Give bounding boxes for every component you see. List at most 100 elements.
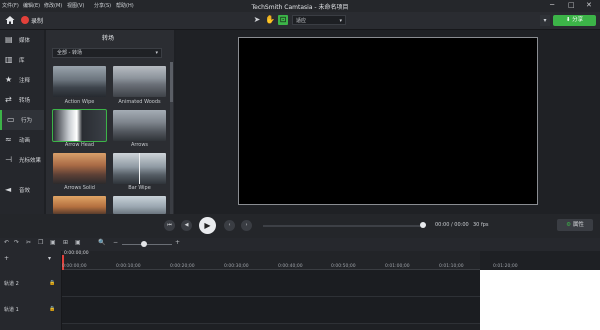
properties-label: 属性 xyxy=(572,222,584,228)
thumbnail-transition[interactable] xyxy=(113,196,166,214)
add-track-icon[interactable]: + xyxy=(4,255,9,262)
crop-tool-icon[interactable]: ⊡ xyxy=(278,15,288,25)
ruler-tick: 0:00:10;00 xyxy=(116,264,141,269)
thumbnail-transition[interactable] xyxy=(53,196,106,214)
preview-canvas[interactable] xyxy=(238,37,538,205)
previous-frame-icon[interactable]: ◀ xyxy=(181,220,192,231)
ruler-tick: 0:00:50;00 xyxy=(331,264,356,269)
app-title: TechSmith Camtasia - 未命名项目 xyxy=(251,4,349,11)
chevron-down-icon: ▾ xyxy=(155,50,158,56)
sidebar-item-label: 媒体 xyxy=(19,38,31,44)
sidebar-item-animations[interactable]: ≈ 动画 xyxy=(0,130,44,150)
copy-icon[interactable]: ❐ xyxy=(38,239,43,246)
lock-icon[interactable]: 🔒 xyxy=(49,306,55,312)
redo-icon[interactable]: ↷ xyxy=(14,239,19,246)
star-icon: ★ xyxy=(5,75,13,84)
properties-button[interactable]: ⚙ 属性 xyxy=(557,219,593,231)
record-icon[interactable] xyxy=(21,16,29,24)
sidebar: ▤ 媒体 ▥ 库 ★ 注释 ⇄ 转场 ▭ 行为 ≈ 动画 ⊣ 光标效果 ◄ 音效… xyxy=(0,30,44,238)
sidebar-item-label: 库 xyxy=(19,58,25,64)
zoom-out-icon[interactable]: 🔍 xyxy=(98,239,105,246)
behaviors-icon: ▭ xyxy=(7,115,15,124)
paste-icon[interactable]: ▣ xyxy=(50,239,56,246)
track-header-column: + ▾ xyxy=(0,251,62,330)
menu-bar: 文件(F) 编辑(E) 修改(M) 视图(V) 分享(S) 帮助(H) Tech… xyxy=(0,0,600,12)
select-tool-icon[interactable]: ➤ xyxy=(252,15,262,25)
main-toolbar: 录制 ➤ ✋ ⊡ 适应 ▾ ▾ ⬇ 分享 xyxy=(0,12,600,30)
sidebar-item-annotations[interactable]: ★ 注释 xyxy=(0,70,44,90)
next-marker-icon[interactable]: › xyxy=(241,220,252,231)
snapshot-icon[interactable]: ▣ xyxy=(75,239,81,246)
panel-title: 转场 xyxy=(101,35,114,42)
sidebar-item-cursor-effects[interactable]: ⊣ 光标效果 xyxy=(0,150,44,170)
thumbnail-label: Arrows xyxy=(130,142,149,148)
minimize-button[interactable]: ─ xyxy=(550,1,554,9)
scrubber-handle[interactable] xyxy=(420,222,426,228)
thumbnail-animated-woods[interactable] xyxy=(113,66,166,97)
maximize-button[interactable]: □ xyxy=(568,1,575,9)
ruler-tick: 0:01:00;00 xyxy=(385,264,410,269)
record-button-label[interactable]: 录制 xyxy=(31,16,43,25)
sidebar-item-label: 动画 xyxy=(19,138,31,144)
cut-icon[interactable]: ✂ xyxy=(26,239,31,246)
undo-icon[interactable]: ↶ xyxy=(4,239,9,246)
pan-tool-icon[interactable]: ✋ xyxy=(265,15,275,25)
share-dropdown-button[interactable]: ▾ xyxy=(540,15,550,26)
close-button[interactable]: ✕ xyxy=(586,1,592,9)
timecode: 00:00 / 00:00 xyxy=(435,222,469,228)
media-icon: ▤ xyxy=(5,35,13,44)
track-row-1[interactable] xyxy=(62,297,480,324)
share-button-label: 分享 xyxy=(572,17,584,23)
home-icon[interactable] xyxy=(5,15,15,25)
sidebar-item-library[interactable]: ▥ 库 xyxy=(0,50,44,70)
ruler-tick: 0:00:20;00 xyxy=(170,264,195,269)
zoom-minus-icon[interactable]: − xyxy=(113,239,118,246)
zoom-plus-icon[interactable]: + xyxy=(175,239,180,246)
sidebar-item-label: 光标效果 xyxy=(19,158,42,164)
split-icon[interactable]: ⊞ xyxy=(63,239,68,246)
cursor-effects-icon: ⊣ xyxy=(5,155,12,164)
fps-label: 30 fps xyxy=(473,222,489,228)
thumbnail-action-wipe[interactable] xyxy=(53,66,106,97)
panel-scrollbar-thumb[interactable] xyxy=(170,62,173,102)
thumbnail-arrow-head[interactable] xyxy=(52,109,107,142)
previous-marker-icon[interactable]: ‹ xyxy=(224,220,235,231)
zoom-value: 适应 xyxy=(296,18,307,24)
thumbnail-label: Action Wipe xyxy=(64,99,95,105)
gear-icon: ⚙ xyxy=(566,222,573,228)
thumbnail-label: Arrow Head xyxy=(64,142,95,148)
thumbnail-bar-wipe[interactable] xyxy=(113,153,166,184)
transitions-icon: ⇄ xyxy=(5,95,12,104)
sidebar-item-behaviors[interactable]: ▭ 行为 xyxy=(0,110,44,130)
thumbnail-arrows-solid[interactable] xyxy=(53,153,106,184)
sidebar-item-media[interactable]: ▤ 媒体 xyxy=(0,30,44,50)
track-row-2[interactable] xyxy=(62,270,480,297)
filter-select[interactable]: 全部 - 转场 ▾ xyxy=(52,48,162,58)
thumbnail-label: Arrows Solid xyxy=(64,185,95,191)
scrubber-track[interactable] xyxy=(263,225,423,227)
sidebar-item-audio[interactable]: ◄ 音效 xyxy=(0,180,44,200)
ruler-tick: 0:01:10;00 xyxy=(439,264,464,269)
sidebar-item-label: 注释 xyxy=(19,78,31,84)
library-icon: ▥ xyxy=(5,55,13,64)
zoom-select[interactable]: 适应 ▾ xyxy=(292,15,346,25)
share-button[interactable]: ⬇ 分享 xyxy=(553,15,596,26)
track-label: 轨道 2 xyxy=(4,281,19,287)
lock-icon[interactable]: 🔒 xyxy=(49,280,55,286)
thumbnail-label: Animated Woods xyxy=(118,99,161,105)
sidebar-item-transitions[interactable]: ⇄ 转场 xyxy=(0,90,44,110)
filter-value: 全部 - 转场 xyxy=(57,50,82,56)
timeline-zoom-track[interactable] xyxy=(122,244,172,245)
blank-region xyxy=(480,270,600,330)
step-back-icon[interactable]: ⏮ xyxy=(164,220,175,231)
sidebar-item-label: 行为 xyxy=(21,118,33,124)
play-button[interactable]: ▶ xyxy=(199,217,216,234)
collapse-icon[interactable]: ▾ xyxy=(48,255,51,262)
ruler-tick: 0:00:00;00 xyxy=(62,264,87,269)
thumbnail-label: Bar Wipe xyxy=(128,185,151,191)
playhead-time: 0:00:00;00 xyxy=(64,251,89,256)
ruler-tick: 0:00:40;00 xyxy=(278,264,303,269)
timeline-zoom-handle[interactable] xyxy=(141,241,147,247)
transitions-panel: 转场 全部 - 转场 ▾ Action Wipe Animated Woods … xyxy=(46,30,174,214)
thumbnail-arrows[interactable] xyxy=(113,110,166,141)
